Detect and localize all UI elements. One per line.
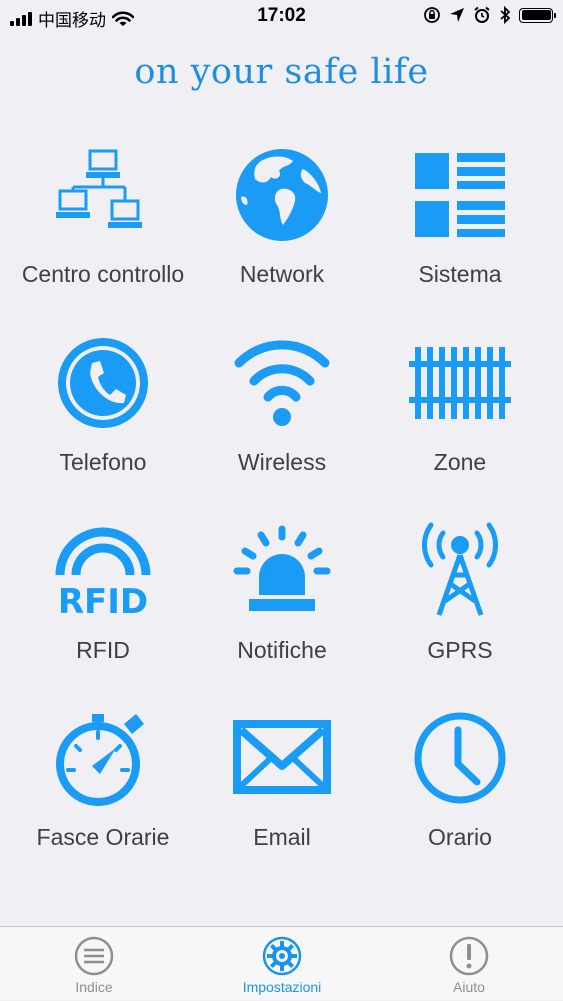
menu-item-label: Network [239,261,325,287]
menu-item-label: Wireless [237,449,327,475]
menu-item-label: RFID [76,637,130,663]
siren-icon [233,525,331,611]
tab-impostazioni[interactable]: Impostazioni [188,927,376,1001]
menu-item-notifiche[interactable]: Notifiche [188,521,376,691]
network-computers-icon [56,149,142,228]
menu-item-centro-controllo[interactable]: Centro controllo [9,145,197,315]
menu-item-label: Sistema [418,261,502,287]
clock-icon [414,712,506,804]
bluetooth-icon [500,6,511,24]
app-tagline: on your safe life [134,52,429,92]
menu-lines-icon [74,936,114,976]
exclamation-icon [449,936,489,976]
rfid-icon: RFID [55,527,151,621]
location-arrow-icon [450,8,464,22]
menu-item-rfid[interactable]: RFID RFID [9,521,197,691]
menu-item-fasce-orarie[interactable]: Fasce Orarie [9,708,197,878]
status-right [423,6,556,24]
svg-text:RFID: RFID [58,582,148,621]
battery-icon [519,7,556,23]
menu-item-email[interactable]: Email [188,708,376,878]
menu-item-label: Zone [433,449,487,475]
menu-item-label: Email [253,824,311,850]
tab-label: Impostazioni [242,979,322,995]
antenna-icon [422,522,498,616]
menu-item-label: Notifiche [237,637,327,663]
status-bar: 中国移动 17:02 [0,0,563,34]
menu-item-gprs[interactable]: GPRS [366,521,554,691]
menu-item-sistema[interactable]: Sistema [366,145,554,315]
menu-item-label: Fasce Orarie [36,824,170,850]
grid-list-icon [415,153,505,237]
menu-item-telefono[interactable]: Telefono [9,333,197,503]
tab-aiuto[interactable]: Aiuto [375,927,563,1001]
menu-item-label: Centro controllo [21,261,185,287]
menu-item-label: GPRS [427,637,493,663]
alarm-icon [474,6,490,23]
menu-item-wireless[interactable]: Wireless [188,333,376,503]
stopwatch-icon [56,714,144,806]
fence-icon [409,347,511,419]
tab-indice[interactable]: Indice [0,927,188,1001]
orientation-lock-icon [424,7,440,23]
menu-item-zone[interactable]: Zone [366,333,554,503]
tab-label: Aiuto [453,979,485,995]
phone-icon [58,338,148,428]
menu-item-orario[interactable]: Orario [366,708,554,878]
globe-icon [236,149,328,241]
wifi-icon [234,340,330,426]
menu-item-network[interactable]: Network [188,145,376,315]
menu-item-label: Telefono [59,449,147,475]
tab-label: Indice [75,979,113,995]
menu-item-label: Orario [428,824,492,850]
tab-bar: Indice Impostazioni Aiuto [0,926,563,1000]
envelope-icon [233,720,331,794]
gear-icon [262,936,302,976]
